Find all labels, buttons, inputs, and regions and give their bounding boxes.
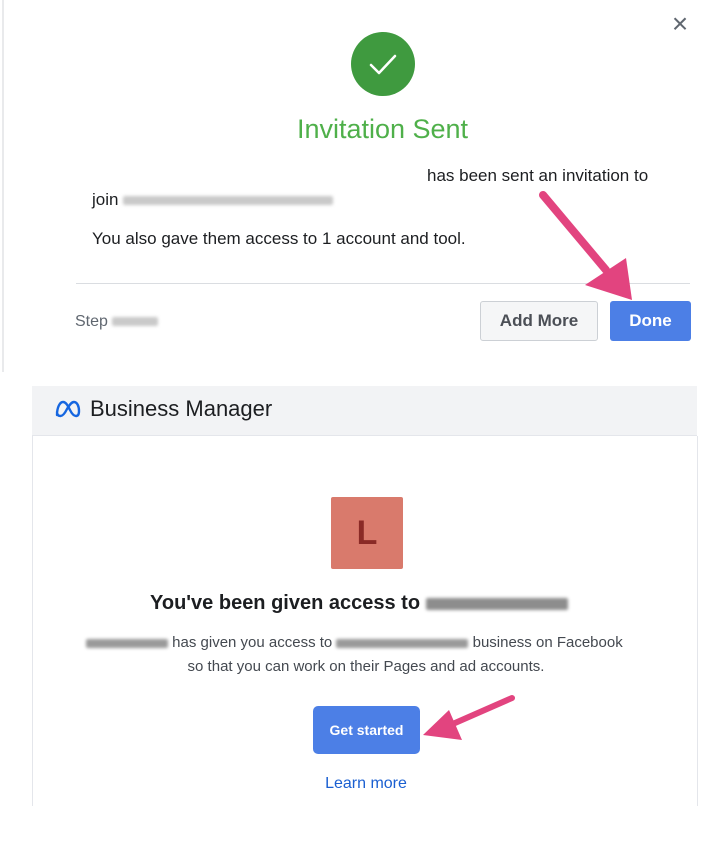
access-title: You've been given access to [150, 592, 568, 615]
redacted-business-name-2 [336, 638, 469, 648]
access-message: You also gave them access to 1 account a… [92, 229, 466, 248]
redacted-business-name [425, 597, 568, 610]
redacted-step-number [112, 317, 159, 327]
get-started-button[interactable]: Get started [313, 706, 420, 754]
business-manager-title: Business Manager [90, 396, 273, 421]
learn-more-link[interactable]: Learn more [0, 775, 728, 793]
close-icon[interactable]: × [668, 10, 692, 38]
desc-part2: business on Facebook [472, 634, 623, 651]
meta-logo-icon [55, 400, 81, 418]
business-avatar: L [331, 497, 403, 569]
redacted-business-name [123, 196, 334, 206]
step-indicator: Step [75, 313, 159, 331]
business-manager-header: Business Manager [32, 386, 697, 436]
access-description-line1: has given you access to business on Face… [86, 634, 623, 651]
access-description-line2: so that you can work on their Pages and … [187, 658, 545, 675]
invite-message-line1: has been sent an invitation to [427, 166, 649, 185]
step-label: Step [75, 313, 108, 330]
dialog-edge [2, 0, 4, 372]
done-button[interactable]: Done [610, 301, 691, 341]
success-check-icon [351, 32, 415, 96]
invitation-dialog: × Invitation Sent has been sent an invit… [0, 0, 728, 372]
dialog-title: Invitation Sent [296, 114, 469, 144]
add-more-button[interactable]: Add More [480, 301, 598, 341]
join-label: join [92, 190, 119, 209]
redacted-person-name [86, 638, 168, 648]
desc-part1: has given you access to [172, 634, 333, 651]
access-title-text: You've been given access to [150, 592, 421, 614]
dialog-divider [76, 283, 690, 284]
invite-message-line2: join [92, 190, 334, 210]
